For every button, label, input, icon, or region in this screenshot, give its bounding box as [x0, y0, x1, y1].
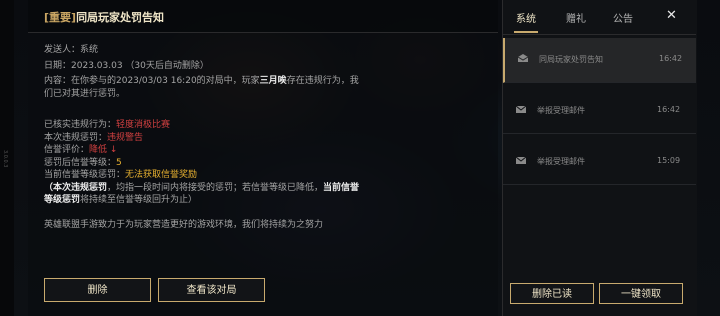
date-note: （30天后自动删除）: [125, 60, 209, 71]
version-label: 3.0.0.3: [2, 150, 8, 168]
violation-value: 轻度消极比赛: [116, 120, 171, 130]
mail-icon: [515, 105, 527, 113]
active-tab-indicator: [514, 31, 538, 33]
mail-subject: 同局玩家处罚告知: [539, 55, 603, 64]
mail-title: [重要]同局玩家处罚告知: [44, 9, 164, 25]
sender-value: 系统: [80, 45, 99, 55]
mail-list-item[interactable]: 举报受理邮件 15:09: [503, 140, 696, 185]
delete-read-button[interactable]: 删除已读: [510, 283, 594, 304]
sender-row: 发送人：系统: [44, 45, 99, 55]
penalty-note: （本次违规惩罚，均指一段时间内将接受的惩罚；若信誉等级已降低，当前信誉等级惩罚将…: [44, 182, 360, 206]
delete-button[interactable]: 删除: [44, 278, 151, 302]
mail-time: 16:42: [659, 54, 683, 63]
important-tag: [重要]: [44, 11, 77, 24]
closing-text: 英雄联盟手游致力于为玩家营造更好的游戏环境，我们将持续为之努力: [44, 219, 324, 230]
level-after-row: 惩罚后信誉等级：5: [44, 157, 122, 168]
mail-list-item[interactable]: 同局玩家处罚告知 16:42: [503, 38, 696, 83]
content-line-2: 们已对其进行惩罚。: [44, 88, 126, 99]
penalty-value: 违规警告: [107, 132, 144, 143]
claim-all-button[interactable]: 一键领取: [599, 283, 683, 304]
mail-list-item[interactable]: 举报受理邮件 16:42: [503, 89, 696, 134]
current-level-value: 无法获取信誉奖励: [125, 170, 198, 180]
current-level-row: 当前信誉等级惩罚：无法获取信誉奖励: [44, 170, 198, 180]
content-line-1: 内容：在你参与的2023/03/03 16:20的对局中，玩家三月唉存在违规行为…: [44, 76, 359, 86]
mail-time: 16:42: [657, 105, 681, 114]
violation-row: 已核实违规行为：轻度消极比赛: [44, 120, 171, 130]
mail-open-icon: [517, 54, 529, 62]
tab-system[interactable]: 系统: [516, 10, 536, 25]
down-arrow-icon: ↓: [109, 145, 118, 155]
credit-eval-row: 信誉评价：降低 ↓: [44, 145, 118, 155]
mail-subject: 举报受理邮件: [537, 106, 585, 115]
view-match-button[interactable]: 查看该对局: [158, 278, 265, 302]
tab-announcement[interactable]: 公告: [613, 10, 633, 25]
mail-time: 15:09: [657, 156, 681, 165]
credit-eval-value: 降低: [89, 145, 108, 155]
date-row: 日期：2023.03.03 （30天后自动删除）: [44, 60, 209, 71]
mail-title-text: 同局玩家处罚告知: [76, 11, 165, 24]
penalty-row: 本次违规惩罚：违规警告: [44, 132, 144, 143]
player-name: 三月唉: [259, 76, 287, 86]
mail-subject: 举报受理邮件: [537, 157, 585, 166]
close-icon[interactable]: ✕: [666, 8, 677, 23]
left-edge-strip: 3.0.0.3: [0, 0, 14, 316]
mail-icon: [515, 156, 527, 164]
level-after-value: 5: [116, 157, 122, 168]
date-value: 2023.03.03: [71, 60, 123, 71]
tab-gift[interactable]: 赠礼: [566, 10, 586, 25]
mail-body: 发送人：系统 日期：2023.03.03 （30天后自动删除） 内容：在你参与的…: [44, 44, 374, 231]
